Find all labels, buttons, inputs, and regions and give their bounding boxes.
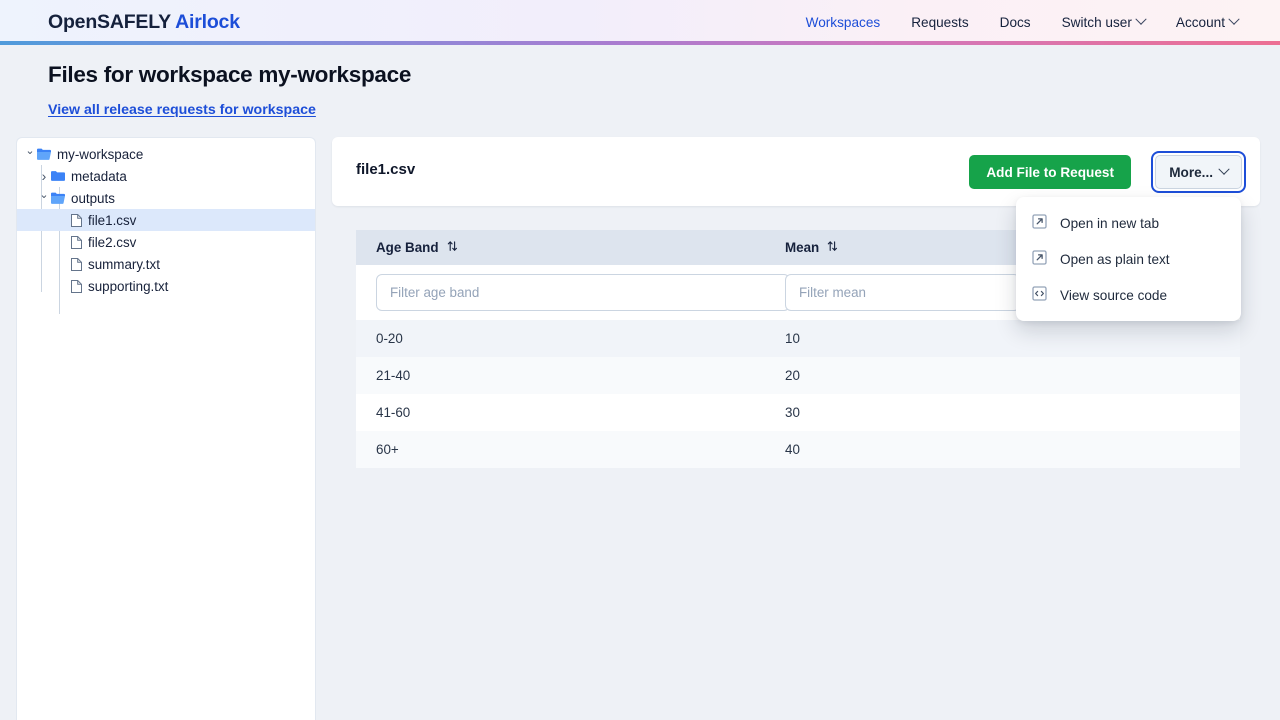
table-row[interactable]: 41-60 30 <box>356 394 1240 431</box>
nav-links: Workspaces Requests Docs Switch user Acc… <box>806 15 1238 30</box>
menu-item-open-in-new-tab[interactable]: Open in new tab <box>1016 205 1241 241</box>
tree-item-label: my-workspace <box>57 147 143 162</box>
cell-mean: 30 <box>785 405 1035 420</box>
folder-closed-icon <box>51 170 65 182</box>
nav-switch-user-label: Switch user <box>1062 15 1132 30</box>
cell-age-band: 0-20 <box>356 331 785 346</box>
tree-item-label: file2.csv <box>88 235 136 250</box>
file-tree-sidebar: my-workspace metadata outputs file1.csv <box>16 137 316 720</box>
nav-account-label: Account <box>1176 15 1225 30</box>
tree-item-supporting-txt[interactable]: supporting.txt <box>17 275 315 297</box>
nav-switch-user[interactable]: Switch user <box>1062 15 1145 30</box>
app-brand[interactable]: OpenSAFELY Airlock <box>48 11 240 34</box>
file-icon <box>71 258 82 271</box>
tree-item-file1-csv[interactable]: file1.csv <box>17 209 315 231</box>
more-button[interactable]: More... <box>1155 155 1242 189</box>
menu-item-label: Open in new tab <box>1060 216 1159 231</box>
column-header-mean[interactable]: Mean <box>785 240 1035 255</box>
nav-requests-label: Requests <box>911 15 968 30</box>
external-link-icon <box>1032 250 1047 268</box>
brand-airlock: Airlock <box>175 11 240 33</box>
page-title: Files for workspace my-workspace <box>48 62 411 88</box>
file-name-title: file1.csv <box>356 161 415 178</box>
tree-item-file2-csv[interactable]: file2.csv <box>17 231 315 253</box>
chevron-down-icon <box>1218 164 1229 175</box>
brand-opensafely: OpenSAFELY <box>48 11 171 33</box>
chevron-down-icon <box>1135 14 1146 25</box>
nav-workspaces-label: Workspaces <box>806 15 881 30</box>
cell-age-band: 41-60 <box>356 405 785 420</box>
column-header-label: Mean <box>785 240 819 255</box>
nav-docs[interactable]: Docs <box>1000 15 1031 30</box>
more-button-focus-ring: More... <box>1151 151 1246 193</box>
file-icon <box>71 214 82 227</box>
external-link-icon <box>1032 214 1047 232</box>
table-row[interactable]: 0-20 10 <box>356 320 1240 357</box>
nav-requests[interactable]: Requests <box>911 15 968 30</box>
add-file-to-request-button[interactable]: Add File to Request <box>969 155 1131 189</box>
chevron-down-icon <box>1228 14 1239 25</box>
chevron-right-icon[interactable] <box>37 169 51 183</box>
more-dropdown-menu: Open in new tab Open as plain text View … <box>1016 197 1241 321</box>
cell-age-band: 21-40 <box>356 368 785 383</box>
menu-item-label: Open as plain text <box>1060 252 1170 267</box>
gradient-divider <box>0 41 1280 45</box>
table-row[interactable]: 60+ 40 <box>356 431 1240 468</box>
column-header-age-band[interactable]: Age Band <box>356 240 785 255</box>
chevron-down-icon[interactable] <box>37 193 51 204</box>
nav-account[interactable]: Account <box>1176 15 1238 30</box>
top-navigation-bar: OpenSAFELY Airlock Workspaces Requests D… <box>0 0 1280 44</box>
tree-item-label: summary.txt <box>88 257 160 272</box>
folder-open-icon <box>51 192 65 204</box>
tree-item-outputs[interactable]: outputs <box>17 187 315 209</box>
tree-item-label: metadata <box>71 169 127 184</box>
view-all-release-requests-link[interactable]: View all release requests for workspace <box>48 102 316 118</box>
source-code-icon <box>1032 286 1047 304</box>
file-icon <box>71 236 82 249</box>
file-icon <box>71 280 82 293</box>
menu-item-label: View source code <box>1060 288 1167 303</box>
menu-item-open-as-plain-text[interactable]: Open as plain text <box>1016 241 1241 277</box>
sort-icon[interactable] <box>447 240 458 255</box>
cell-age-band: 60+ <box>356 442 785 457</box>
column-header-label: Age Band <box>376 240 439 255</box>
more-button-label: More... <box>1169 165 1213 180</box>
filter-input-mean[interactable] <box>785 274 1020 311</box>
file-header-card: file1.csv Add File to Request More... <box>332 137 1260 206</box>
chevron-down-icon[interactable] <box>23 149 37 160</box>
filter-cell-mean <box>785 274 1035 311</box>
tree-item-summary-txt[interactable]: summary.txt <box>17 253 315 275</box>
menu-item-view-source-code[interactable]: View source code <box>1016 277 1241 313</box>
tree-item-my-workspace[interactable]: my-workspace <box>17 143 315 165</box>
filter-input-age-band[interactable] <box>376 274 790 311</box>
tree-item-label: outputs <box>71 191 115 206</box>
cell-mean: 40 <box>785 442 1035 457</box>
filter-cell-age-band <box>356 274 785 311</box>
nav-docs-label: Docs <box>1000 15 1031 30</box>
cell-mean: 10 <box>785 331 1035 346</box>
cell-mean: 20 <box>785 368 1035 383</box>
table-row[interactable]: 21-40 20 <box>356 357 1240 394</box>
nav-workspaces[interactable]: Workspaces <box>806 15 881 30</box>
tree-item-label: file1.csv <box>88 213 136 228</box>
tree-item-label: supporting.txt <box>88 279 168 294</box>
sort-icon[interactable] <box>827 240 838 255</box>
tree-item-metadata[interactable]: metadata <box>17 165 315 187</box>
folder-open-icon <box>37 148 51 160</box>
